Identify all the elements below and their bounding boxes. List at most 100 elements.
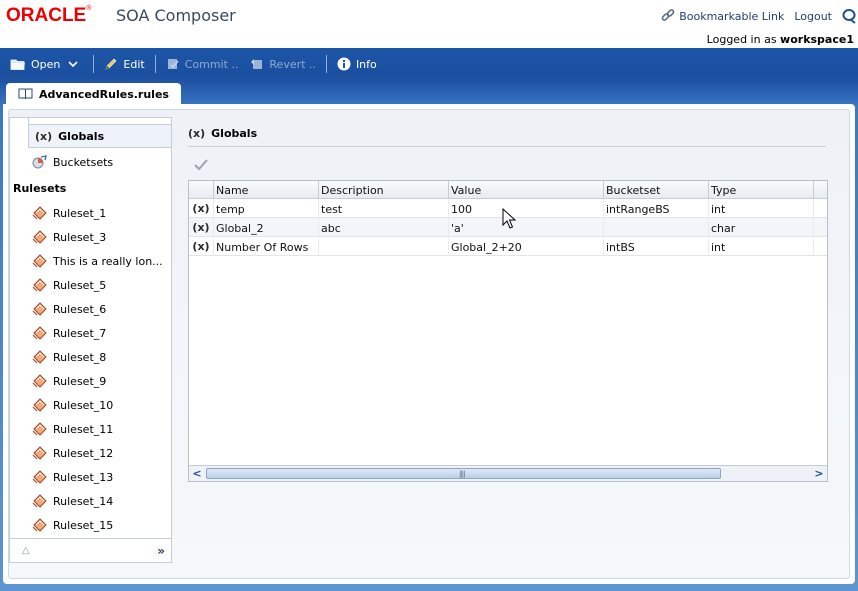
open-dropdown[interactable]: [66, 53, 89, 75]
toolbar-separator: [154, 55, 156, 73]
rulesets-heading: Rulesets: [13, 181, 67, 195]
ruleset-icon: [32, 350, 48, 364]
oracle-logo: ORACLE®: [6, 5, 92, 26]
ruleset-label: This is a really lon...: [53, 254, 163, 268]
content-title: (x) Globals: [188, 127, 257, 140]
ruleset-label: Ruleset_8: [53, 350, 107, 364]
variable-icon: (x): [188, 127, 206, 140]
cell-bucketset[interactable]: intRangeBS: [604, 199, 709, 218]
variable-icon: (x): [189, 237, 214, 256]
nav-item-ruleset[interactable]: Ruleset_12: [32, 441, 194, 465]
revert-icon: [251, 59, 263, 69]
book-icon: [18, 88, 33, 100]
cell-type[interactable]: char: [709, 218, 814, 237]
info-icon: [337, 57, 351, 71]
cell-bucketset[interactable]: intBS: [604, 237, 709, 256]
ruleset-icon: [32, 518, 48, 532]
scroll-grip: ||||: [459, 470, 466, 478]
info-button[interactable]: Info: [331, 53, 383, 75]
checkmark-icon[interactable]: [193, 158, 209, 172]
cell-bucketset[interactable]: [604, 218, 709, 237]
cell-name[interactable]: temp: [214, 199, 319, 218]
navigator-footer: △ »: [10, 538, 171, 562]
nav-item-ruleset[interactable]: This is a really lon...: [32, 249, 194, 273]
open-button[interactable]: Open: [0, 53, 66, 75]
ruleset-icon: [32, 422, 48, 436]
horizontal-scrollbar[interactable]: < |||| >: [189, 465, 827, 481]
top-links: Bookmarkable Link Logout: [661, 8, 858, 24]
ruleset-icon: [32, 494, 48, 508]
ruleset-icon: [32, 254, 48, 268]
nav-item-ruleset[interactable]: Ruleset_6: [32, 297, 194, 321]
rules-navigator: (x) Globals Bucketsets Rulesets △ » Rule…: [9, 117, 172, 563]
edit-button[interactable]: Edit: [98, 53, 150, 75]
ruleset-label: Ruleset_14: [53, 494, 114, 508]
commit-icon: [167, 59, 179, 69]
page-title: Globals: [211, 127, 258, 140]
nav-item-ruleset[interactable]: Ruleset_8: [32, 345, 194, 369]
ruleset-label: Ruleset_3: [53, 230, 107, 244]
column-header-value[interactable]: Value: [449, 181, 604, 199]
cell-value[interactable]: 100: [449, 199, 604, 218]
product-name: SOA Composer: [116, 6, 236, 25]
column-header-description[interactable]: Description: [319, 181, 449, 199]
logged-in-status: Logged in as workspace1: [706, 33, 854, 46]
nav-item-ruleset[interactable]: Ruleset_10: [32, 393, 194, 417]
cell-name[interactable]: Global_2: [214, 218, 319, 237]
cell-description[interactable]: [319, 237, 449, 256]
ruleset-icon: [32, 398, 48, 412]
cell-value[interactable]: 'a': [449, 218, 604, 237]
column-header-bucketset[interactable]: Bucketset: [604, 181, 709, 199]
revert-button[interactable]: Revert ..: [244, 53, 322, 75]
ruleset-label: Ruleset_7: [53, 326, 107, 340]
oracle-o-icon: [842, 9, 856, 24]
nav-item-ruleset[interactable]: Ruleset_13: [32, 465, 194, 489]
toolbar-separator: [93, 55, 95, 73]
ruleset-label: Ruleset_10: [53, 398, 114, 412]
pencil-icon: [105, 58, 117, 70]
nav-item-ruleset[interactable]: Ruleset_1: [32, 201, 194, 225]
chain-link-icon: [661, 9, 675, 21]
ruleset-icon: [32, 470, 48, 484]
app-header: ORACLE® SOA Composer Bookmarkable Link L…: [0, 0, 858, 48]
table-row[interactable]: (x) Number Of Rows Global_2+20 intBS int: [189, 237, 827, 256]
cell-description[interactable]: test: [319, 199, 449, 218]
title-divider: [188, 146, 826, 147]
column-header-type[interactable]: Type: [709, 181, 814, 199]
nav-item-ruleset[interactable]: Ruleset_15: [32, 513, 194, 537]
ruleset-label: Ruleset_13: [53, 470, 114, 484]
nav-item-ruleset[interactable]: Ruleset_14: [32, 489, 194, 513]
nav-item-globals[interactable]: (x) Globals: [28, 124, 172, 148]
nav-item-ruleset[interactable]: Ruleset_3: [32, 225, 194, 249]
ruleset-icon: [32, 278, 48, 292]
collapse-up-icon[interactable]: △: [22, 545, 30, 556]
cell-type[interactable]: int: [709, 199, 814, 218]
scroll-right-icon[interactable]: >: [811, 466, 827, 481]
cell-name[interactable]: Number Of Rows: [214, 237, 319, 256]
commit-button[interactable]: Commit ..: [160, 53, 245, 75]
nav-item-ruleset[interactable]: Ruleset_5: [32, 273, 194, 297]
tab-advancedrules[interactable]: AdvancedRules.rules: [6, 83, 181, 105]
logout-link[interactable]: Logout: [794, 10, 832, 23]
variable-icon: (x): [35, 129, 53, 143]
toolbar-separator: [325, 55, 327, 73]
scroll-left-icon[interactable]: <: [189, 466, 205, 481]
ruleset-icon: [32, 446, 48, 460]
nav-item-ruleset[interactable]: Ruleset_7: [32, 321, 194, 345]
cell-value[interactable]: Global_2+20: [449, 237, 604, 256]
variable-icon: (x): [189, 218, 214, 237]
scroll-thumb[interactable]: ||||: [206, 468, 721, 479]
nav-item-ruleset[interactable]: Ruleset_9: [32, 369, 194, 393]
ruleset-icon: [32, 230, 48, 244]
nav-item-ruleset[interactable]: Ruleset_11: [32, 417, 194, 441]
expand-panel-icon[interactable]: »: [157, 544, 165, 558]
nav-item-bucketsets[interactable]: Bucketsets: [28, 150, 190, 174]
ruleset-label: Ruleset_12: [53, 446, 114, 460]
mouse-cursor-icon: [502, 208, 516, 229]
table-header: Name Description Value Bucketset Type: [189, 181, 827, 199]
bucketset-icon: [32, 155, 48, 169]
cell-description[interactable]: abc: [319, 218, 449, 237]
bookmarkable-link[interactable]: Bookmarkable Link: [679, 10, 784, 23]
column-header-name[interactable]: Name: [214, 181, 319, 199]
cell-type[interactable]: int: [709, 237, 814, 256]
